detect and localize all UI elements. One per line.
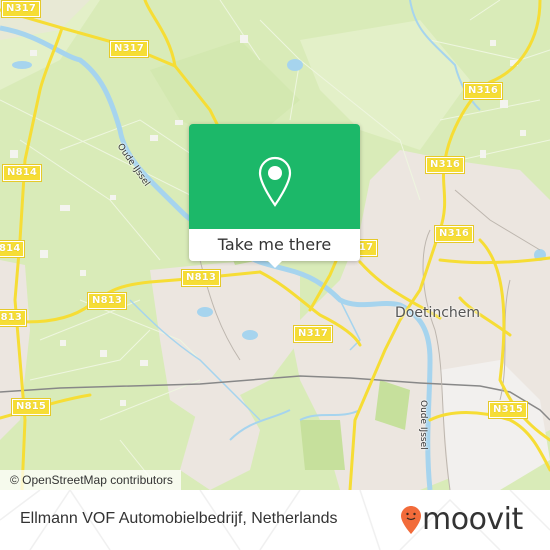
map-pin-icon	[258, 156, 292, 207]
popup-header	[189, 124, 360, 229]
footer-bar: Ellmann VOF Automobielbedrijf, Netherlan…	[0, 490, 550, 550]
road-label-n315: N315	[487, 401, 529, 419]
road-label-n316: N316	[433, 225, 475, 243]
map-view[interactable]: N317 N317 N316 N316 N316 N814 814 N813 N…	[0, 0, 550, 490]
road-label-n813: N813	[180, 269, 222, 287]
take-me-there-button[interactable]: Take me there	[189, 229, 360, 261]
popup-pointer	[267, 260, 283, 268]
location-title: Ellmann VOF Automobielbedrijf, Netherlan…	[20, 510, 338, 527]
water-label-oude-ijssel: Oude IJssel	[418, 400, 428, 450]
road-label-n813: N813	[86, 292, 128, 310]
road-label-n316: N316	[462, 82, 504, 100]
road-label-n814: 814	[0, 240, 26, 258]
road-label-n815: N815	[10, 398, 52, 416]
road-label-n814: N814	[1, 164, 43, 182]
map-attribution[interactable]: © OpenStreetMap contributors	[0, 470, 181, 490]
place-label-doetinchem: Doetinchem	[395, 305, 481, 321]
road-label-n317: N317	[0, 0, 42, 18]
brand-wordmark: moovit	[422, 502, 523, 537]
road-label-n813: N813	[0, 309, 28, 327]
road-label-n317: N317	[292, 325, 334, 343]
road-label-n316: N316	[424, 156, 466, 174]
road-label-n317: N317	[108, 40, 150, 58]
moovit-logo[interactable]: moovit	[400, 502, 540, 538]
destination-popup: Take me there	[189, 124, 360, 268]
moovit-pin-logo-icon	[401, 506, 421, 534]
